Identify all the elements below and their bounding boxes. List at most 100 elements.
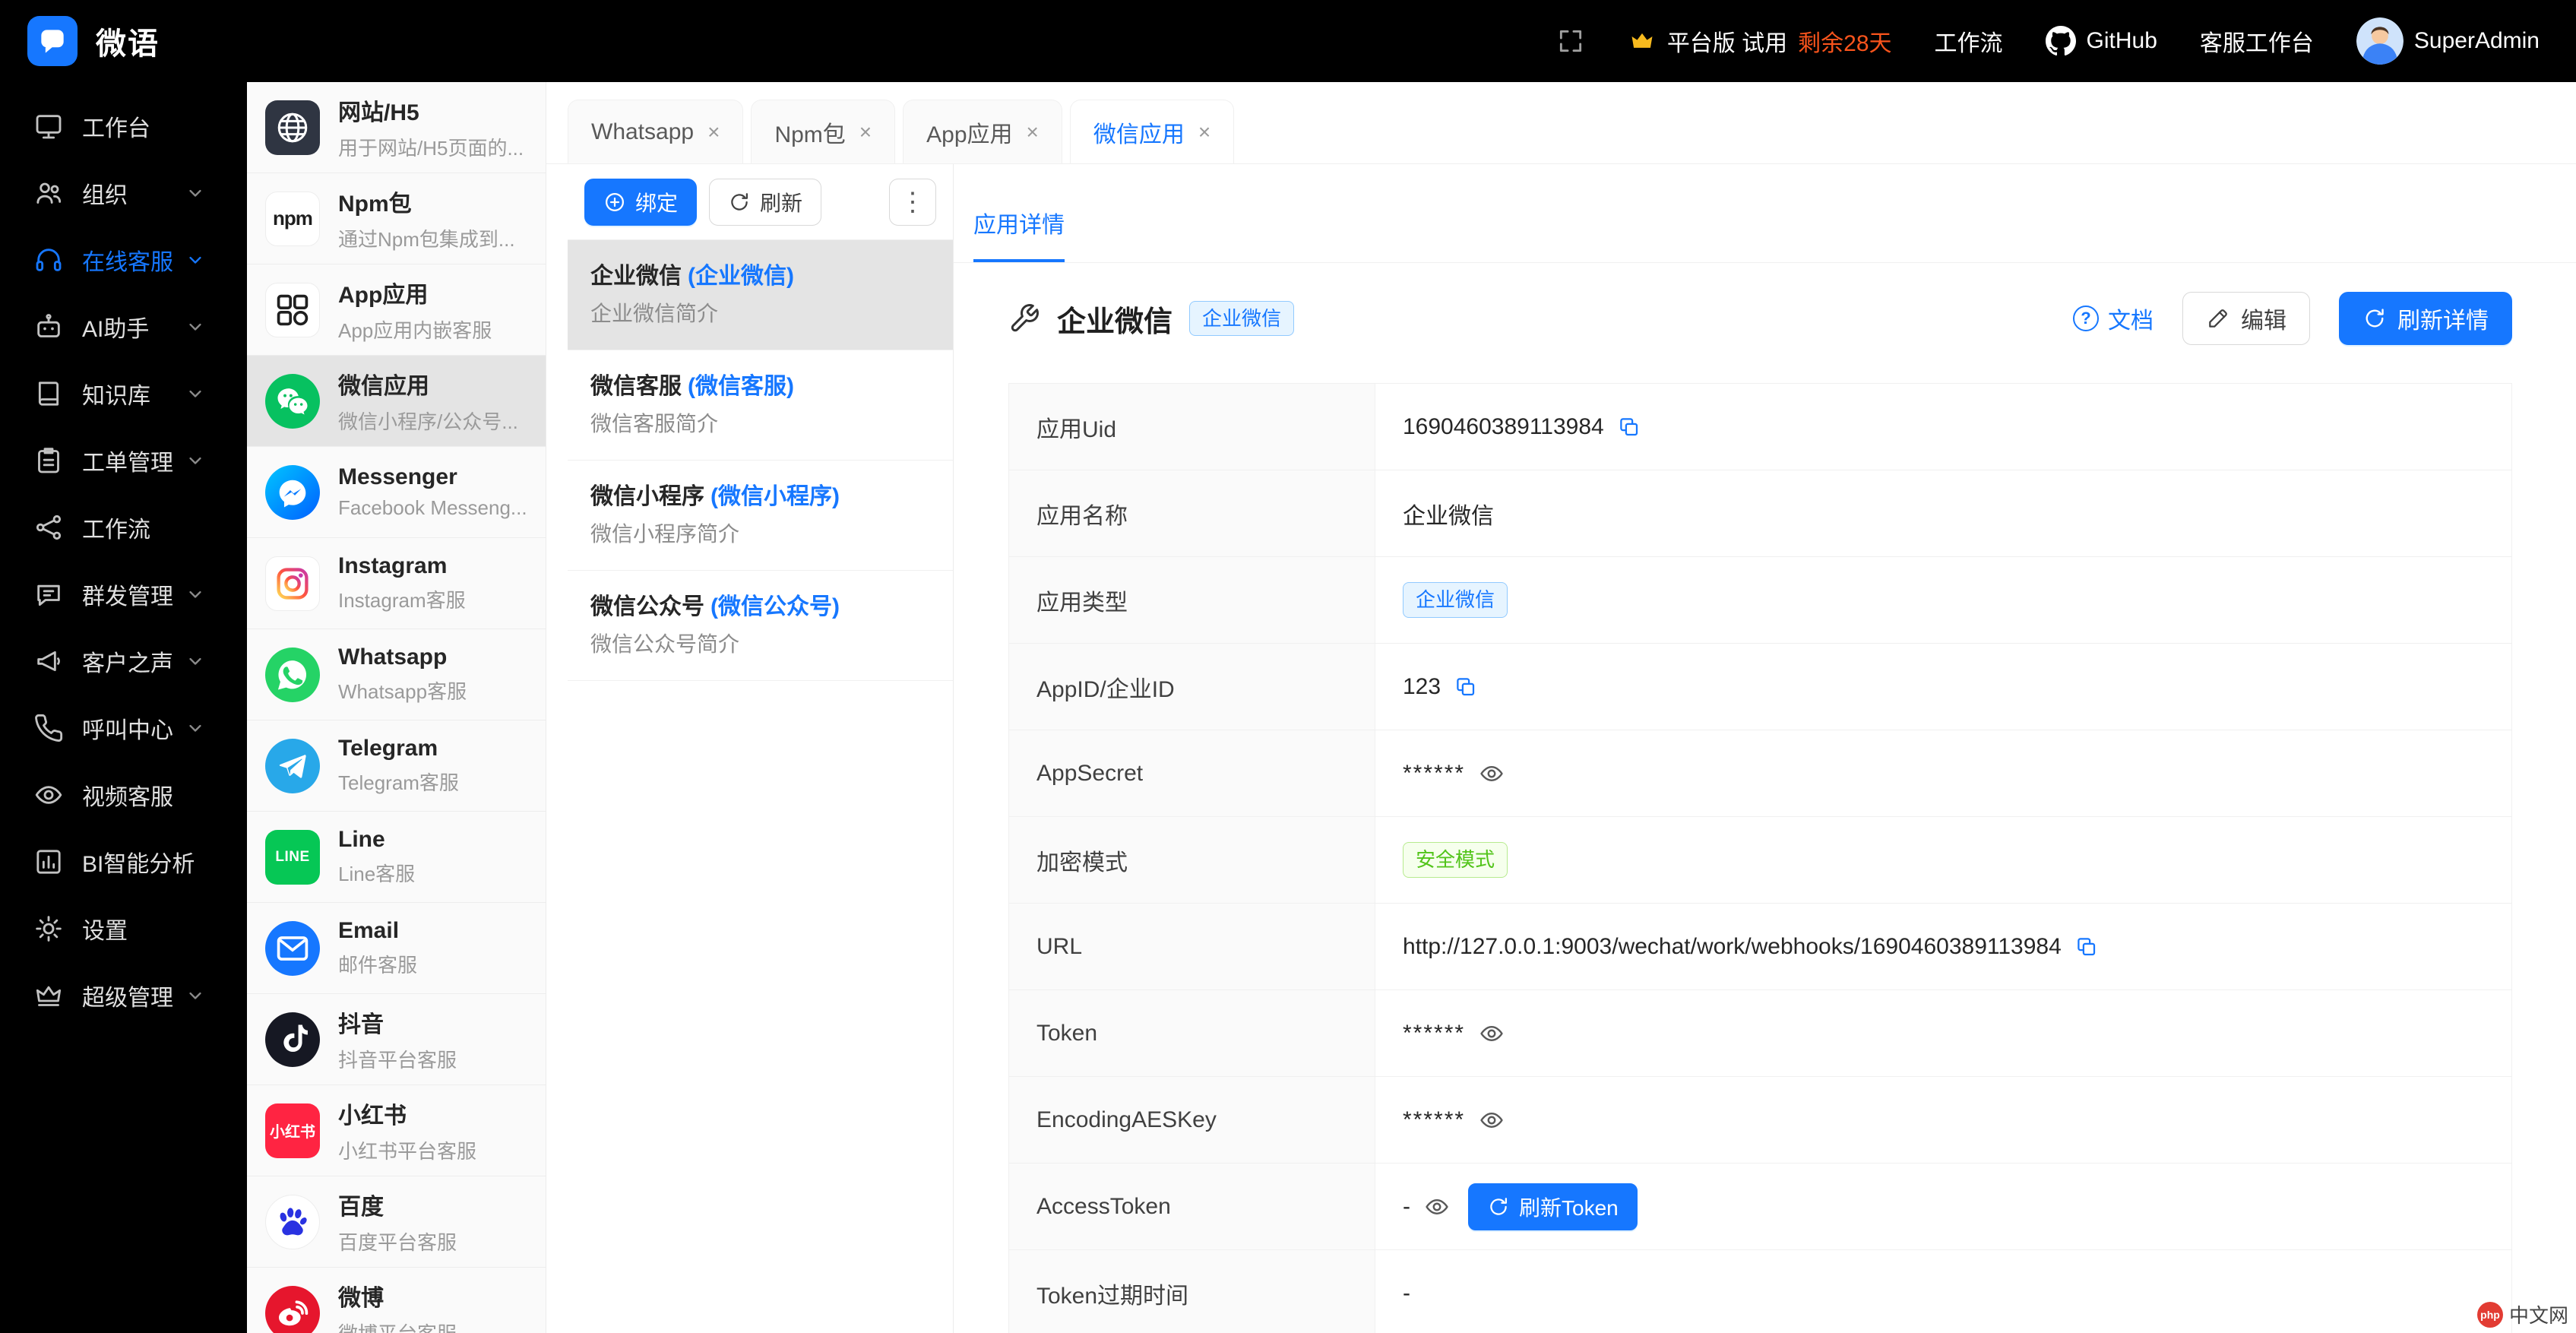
copy-icon[interactable] bbox=[2075, 936, 2098, 958]
sidebar-item-settings[interactable]: 设置 bbox=[0, 895, 247, 962]
doc-link[interactable]: ? 文档 bbox=[2073, 302, 2154, 335]
eye-icon[interactable] bbox=[1424, 1194, 1450, 1220]
whatsapp-icon bbox=[265, 648, 320, 702]
detail-row-encrypt-mode: 加密模式 安全模式 bbox=[1009, 817, 2511, 904]
sidebar-item-label: BI智能分析 bbox=[82, 845, 195, 879]
channel-item-douyin[interactable]: 抖音抖音平台客服 bbox=[247, 994, 546, 1085]
agent-workbench-link[interactable]: 客服工作台 bbox=[2200, 24, 2314, 58]
sidebar-item-ai-assistant[interactable]: AI助手 bbox=[0, 293, 247, 360]
channel-item-whatsapp[interactable]: WhatsappWhatsapp客服 bbox=[247, 629, 546, 720]
sidebar-item-bi-analytics[interactable]: BI智能分析 bbox=[0, 828, 247, 895]
refresh-list-button[interactable]: 刷新 bbox=[709, 179, 821, 226]
sidebar-item-ticket-management[interactable]: 工单管理 bbox=[0, 427, 247, 494]
instagram-icon bbox=[265, 556, 320, 611]
fullscreen-icon[interactable] bbox=[1556, 27, 1585, 55]
refresh-icon bbox=[2362, 306, 2387, 331]
item-alias[interactable]: (微信客服) bbox=[688, 374, 794, 399]
plan-label: 平台版 试用 bbox=[1667, 24, 1787, 58]
copy-icon[interactable] bbox=[1454, 676, 1477, 698]
eye-icon[interactable] bbox=[1479, 1021, 1505, 1046]
github-icon bbox=[2046, 26, 2076, 56]
close-icon[interactable]: × bbox=[859, 120, 872, 144]
tab-app[interactable]: App应用 × bbox=[903, 100, 1062, 163]
sidebar-item-voice-of-customer[interactable]: 客户之声 bbox=[0, 628, 247, 695]
topbar-workflow-link[interactable]: 工作流 bbox=[1935, 24, 2003, 58]
sidebar-item-workbench[interactable]: 工作台 bbox=[0, 93, 247, 160]
tab-app-detail[interactable]: 应用详情 bbox=[973, 206, 1065, 262]
row-value: - bbox=[1403, 1281, 1410, 1306]
item-name: 企业微信 bbox=[590, 264, 682, 289]
plan-info[interactable]: 平台版 试用 剩余28天 bbox=[1628, 24, 1892, 58]
chevron-down-icon bbox=[185, 651, 206, 672]
tab-whatsapp[interactable]: Whatsapp × bbox=[568, 100, 743, 163]
channel-item-baidu[interactable]: 百度百度平台客服 bbox=[247, 1176, 546, 1268]
channel-sidebar: 网站/H5用于网站/H5页面的... npm Npm包通过Npm包集成到... … bbox=[247, 82, 546, 1333]
channel-item-weibo[interactable]: 微博微博平台客服 bbox=[247, 1268, 546, 1333]
brand[interactable]: 微语 bbox=[27, 16, 160, 66]
sidebar-item-video-service[interactable]: 视频客服 bbox=[0, 761, 247, 828]
type-badge: 企业微信 bbox=[1403, 582, 1508, 617]
sidebar-item-label: AI助手 bbox=[82, 310, 149, 344]
sidebar-item-super-admin[interactable]: 超级管理 bbox=[0, 962, 247, 1029]
sidebar-item-online-service[interactable]: 在线客服 bbox=[0, 226, 247, 293]
copy-icon[interactable] bbox=[1618, 416, 1641, 439]
list-item-wechat-miniprogram[interactable]: 微信小程序(微信小程序) 微信小程序简介 bbox=[568, 461, 953, 571]
eye-icon[interactable] bbox=[1479, 761, 1505, 787]
channel-item-messenger[interactable]: MessengerFacebook Messeng... bbox=[247, 447, 546, 538]
tab-npm[interactable]: Npm包 × bbox=[751, 100, 895, 163]
eye-icon[interactable] bbox=[1479, 1107, 1505, 1133]
crown-icon bbox=[33, 980, 64, 1011]
tab-label: App应用 bbox=[926, 116, 1012, 149]
sidebar-item-call-center[interactable]: 呼叫中心 bbox=[0, 695, 247, 761]
detail-row-app-type: 应用类型 企业微信 bbox=[1009, 557, 2511, 644]
edit-button[interactable]: 编辑 bbox=[2182, 292, 2310, 345]
sidebar-item-broadcast[interactable]: 群发管理 bbox=[0, 561, 247, 628]
channel-item-wechat[interactable]: 微信应用微信小程序/公众号... bbox=[247, 356, 546, 447]
watermark: php 中文网 bbox=[2477, 1300, 2568, 1328]
channel-item-telegram[interactable]: TelegramTelegram客服 bbox=[247, 720, 546, 812]
channel-name: 小红书 bbox=[338, 1097, 476, 1130]
list-item-work-wechat[interactable]: 企业微信(企业微信) 企业微信简介 bbox=[568, 240, 953, 350]
channel-item-instagram[interactable]: InstagramInstagram客服 bbox=[247, 538, 546, 629]
item-alias[interactable]: (微信公众号) bbox=[710, 594, 840, 619]
refresh-token-button[interactable]: 刷新Token bbox=[1468, 1183, 1638, 1230]
list-item-wechat-official[interactable]: 微信公众号(微信公众号) 微信公众号简介 bbox=[568, 571, 953, 681]
close-icon[interactable]: × bbox=[707, 120, 720, 144]
content-area: Whatsapp × Npm包 × App应用 × 微信应用 × bbox=[546, 82, 2576, 1333]
weibo-icon bbox=[265, 1286, 320, 1333]
sidebar-item-knowledge-base[interactable]: 知识库 bbox=[0, 360, 247, 427]
item-desc: 微信客服简介 bbox=[590, 411, 930, 437]
channel-item-line[interactable]: LINE LineLine客服 bbox=[247, 812, 546, 903]
item-alias[interactable]: (企业微信) bbox=[688, 264, 794, 289]
sidebar-item-label: 工作台 bbox=[82, 109, 150, 143]
close-icon[interactable]: × bbox=[1198, 120, 1210, 144]
refresh-icon bbox=[1487, 1195, 1510, 1218]
channel-item-website[interactable]: 网站/H5用于网站/H5页面的... bbox=[247, 82, 546, 173]
channel-item-email[interactable]: Email邮件客服 bbox=[247, 903, 546, 994]
chevron-down-icon bbox=[185, 182, 206, 204]
channel-name: 百度 bbox=[338, 1188, 457, 1221]
github-link[interactable]: GitHub bbox=[2046, 26, 2157, 56]
channel-item-app[interactable]: App应用App应用内嵌客服 bbox=[247, 264, 546, 356]
chevron-down-icon bbox=[185, 717, 206, 739]
channel-desc: Line客服 bbox=[338, 859, 415, 887]
refresh-detail-button[interactable]: 刷新详情 bbox=[2339, 292, 2512, 345]
sidebar-item-label: 群发管理 bbox=[82, 578, 173, 611]
channel-item-xiaohongshu[interactable]: 小红书 小红书小红书平台客服 bbox=[247, 1085, 546, 1176]
list-item-wechat-kf[interactable]: 微信客服(微信客服) 微信客服简介 bbox=[568, 350, 953, 461]
channel-name: Whatsapp bbox=[338, 644, 467, 670]
channel-desc: Facebook Messeng... bbox=[338, 496, 527, 520]
bind-button[interactable]: 绑定 bbox=[584, 179, 697, 226]
item-alias[interactable]: (微信小程序) bbox=[710, 484, 840, 509]
row-value: http://127.0.0.1:9003/wechat/work/webhoo… bbox=[1403, 934, 2062, 960]
user-menu[interactable]: SuperAdmin bbox=[2356, 17, 2540, 65]
channel-item-npm[interactable]: npm Npm包通过Npm包集成到... bbox=[247, 173, 546, 264]
title-type-badge: 企业微信 bbox=[1189, 301, 1294, 336]
more-actions-button[interactable]: ⋮ bbox=[889, 179, 936, 226]
sidebar-item-organization[interactable]: 组织 bbox=[0, 160, 247, 226]
workflow-label: 工作流 bbox=[1935, 24, 2003, 58]
detail-title: 企业微信 bbox=[1057, 298, 1172, 340]
close-icon[interactable]: × bbox=[1027, 120, 1039, 144]
tab-wechat-active[interactable]: 微信应用 × bbox=[1070, 100, 1234, 163]
sidebar-item-workflow[interactable]: 工作流 bbox=[0, 494, 247, 561]
